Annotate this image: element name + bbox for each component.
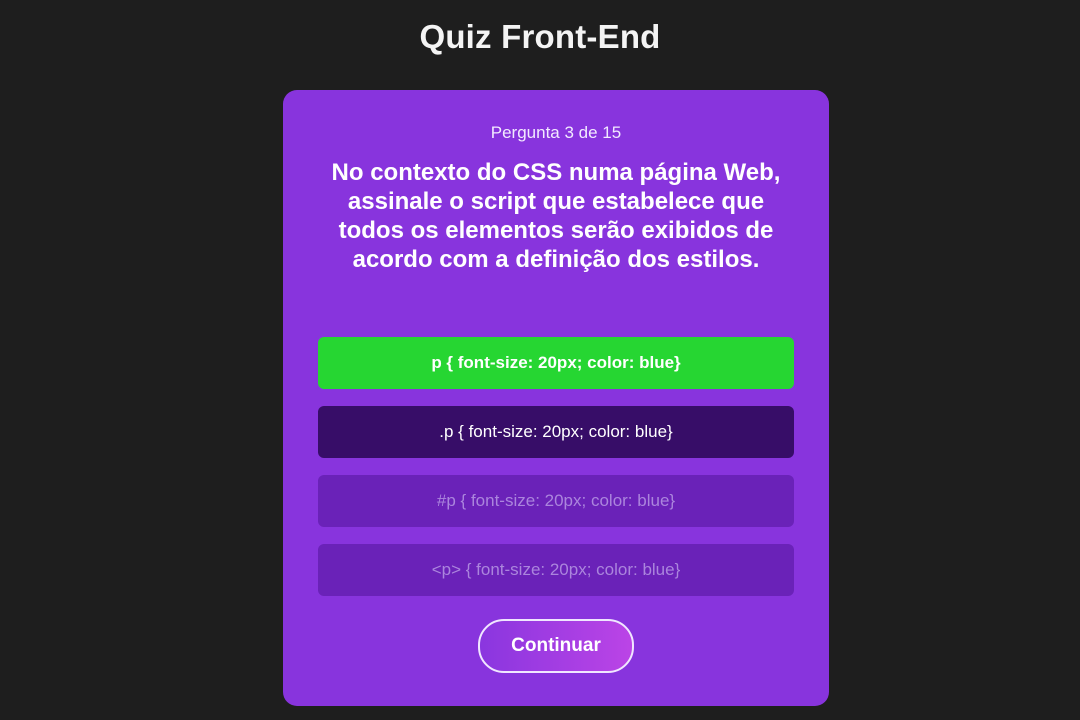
- question-progress: Pergunta 3 de 15: [490, 123, 622, 142]
- answer-option-selected[interactable]: .p { font-size: 20px; color: blue}: [318, 406, 794, 458]
- app-title: Quiz Front-End: [419, 18, 661, 55]
- answer-options: p { font-size: 20px; color: blue} .p { f…: [318, 337, 794, 613]
- question-text: No contexto do CSS numa página Web, assi…: [331, 159, 781, 273]
- answer-option[interactable]: <p> { font-size: 20px; color: blue}: [318, 544, 794, 596]
- quiz-card: Pergunta 3 de 15 No contexto do CSS numa…: [283, 90, 829, 706]
- continue-button[interactable]: Continuar: [478, 619, 634, 673]
- answer-option-correct[interactable]: p { font-size: 20px; color: blue}: [318, 337, 794, 389]
- answer-option[interactable]: #p { font-size: 20px; color: blue}: [318, 475, 794, 527]
